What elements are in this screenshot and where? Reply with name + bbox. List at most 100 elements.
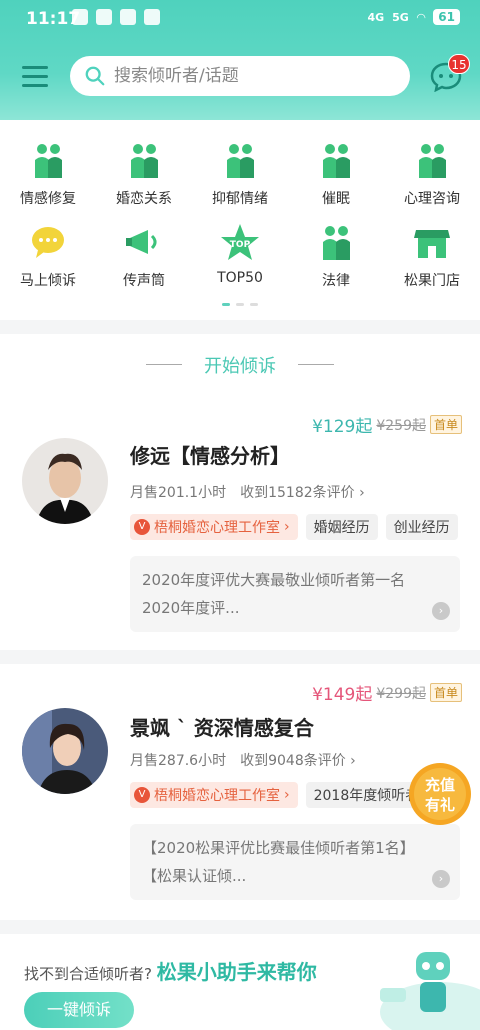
desk-person-icon <box>227 144 254 178</box>
price: ¥149起 <box>312 685 373 705</box>
lawyer-icon <box>323 226 350 260</box>
listener-stats: 月售287.6小时 收到9048条评价 › <box>130 750 356 770</box>
couple-talk-icon <box>131 144 158 178</box>
category-item[interactable]: 情感修复 <box>0 140 96 208</box>
category-label: 催眠 <box>322 191 350 207</box>
counsel-icon <box>419 144 446 178</box>
price: ¥129起 <box>312 417 373 437</box>
category-label: 心理咨询 <box>404 191 460 207</box>
category-label: 法律 <box>322 273 350 289</box>
category-item[interactable]: 心理咨询 <box>384 140 480 208</box>
price-row: ¥129起 ¥259起 首单 <box>312 412 462 437</box>
verified-icon: V <box>134 787 150 803</box>
network-4g-label: 4G <box>367 10 385 24</box>
monthly-hours: 月售287.6小时 <box>130 753 227 769</box>
intro-line: 【2020松果评优比赛最佳倾听者第1名】 <box>142 839 415 857</box>
search-icon <box>85 66 105 86</box>
review-count-link[interactable]: 收到9048条评价 › <box>240 750 356 770</box>
listener-name: 景飒 ` 资深情感复合 <box>130 716 314 740</box>
review-count-link[interactable]: 收到15182条评价 › <box>240 482 365 502</box>
listener-intro[interactable]: 2020年度评优大赛最敬业倾听者第一名 2020年度评... › <box>130 556 460 632</box>
svg-text:TOP: TOP <box>230 240 251 250</box>
svg-text:有礼: 有礼 <box>425 796 455 814</box>
page-dot <box>250 303 258 306</box>
category-label: 抑郁情绪 <box>212 191 268 207</box>
assistant-highlight: 松果小助手来帮你 <box>156 960 317 984</box>
menu-icon[interactable] <box>22 66 48 88</box>
category-label: TOP50 <box>217 270 263 286</box>
first-order-tag: 首单 <box>429 415 462 434</box>
category-label: 婚恋关系 <box>116 191 172 207</box>
store-icon <box>414 230 450 258</box>
listener-tags: V 梧桐婚恋心理工作室 › 2018年度倾听者 <box>130 782 428 808</box>
chat-bubble-icon <box>32 227 64 258</box>
system-icons: 4G 5G ◠ 61 <box>367 9 460 25</box>
monthly-hours: 月售201.1小时 <box>130 485 227 501</box>
category-grid: 情感修复 婚恋关系 抑郁情绪 催眠 心理咨询马上倾诉 传声筒 TOP TOP50 法律 松果门店 <box>0 140 480 290</box>
category-item[interactable]: 法律 <box>288 222 384 290</box>
listener-tags: V 梧桐婚恋心理工作室 › 婚姻经历 创业经历 <box>130 514 458 540</box>
first-order-tag: 首单 <box>429 683 462 702</box>
page-dot <box>236 303 244 306</box>
notification-icons <box>72 9 160 25</box>
avatar[interactable] <box>22 438 108 524</box>
battery-indicator: 61 <box>433 9 460 25</box>
price-row: ¥149起 ¥299起 首单 <box>312 680 462 705</box>
app-notification-icon <box>120 9 136 25</box>
category-item[interactable]: 马上倾诉 <box>0 222 96 290</box>
experience-tag: 创业经历 <box>385 514 458 540</box>
experience-tag: 婚姻经历 <box>305 514 378 540</box>
one-click-talk-button[interactable]: 一键倾诉 <box>24 992 134 1028</box>
app-notification-icon <box>144 9 160 25</box>
megaphone-icon <box>126 230 157 254</box>
listener-intro[interactable]: 【2020松果评优比赛最佳倾听者第1名】 【松果认证倾... › <box>130 824 460 900</box>
avatar-portrait <box>22 708 108 794</box>
listener-card[interactable]: ¥129起 ¥259起 首单 修远【情感分析】 月售201.1小时 收到1518… <box>0 378 480 650</box>
network-5g-label: 5G <box>392 10 409 24</box>
studio-tag[interactable]: V 梧桐婚恋心理工作室 › <box>130 782 298 808</box>
hypnosis-chair-icon <box>323 144 350 178</box>
chevron-right-icon: › <box>432 602 450 620</box>
category-label: 传声筒 <box>123 273 165 289</box>
category-item[interactable]: 催眠 <box>288 140 384 208</box>
studio-tag[interactable]: V 梧桐婚恋心理工作室 › <box>130 514 298 540</box>
category-item[interactable]: TOP TOP50 <box>192 222 288 290</box>
page-dot-active <box>222 303 230 306</box>
intro-line: 2020年度评优大赛最敬业倾听者第一名 <box>142 571 406 589</box>
app-header: 11:17 4G 5G ◠ 61 搜索倾听者/话题 15 <box>0 0 480 122</box>
category-item[interactable]: 抑郁情绪 <box>192 140 288 208</box>
category-item[interactable]: 婚恋关系 <box>96 140 192 208</box>
category-label: 松果门店 <box>404 273 460 289</box>
avatar[interactable] <box>22 708 108 794</box>
assistant-prefix: 找不到合适倾听者? <box>24 965 152 983</box>
intro-line: 【松果认证倾... <box>142 867 247 885</box>
status-bar: 11:17 4G 5G ◠ 61 <box>0 0 480 36</box>
original-price: ¥259起 <box>376 417 426 434</box>
category-item[interactable]: 松果门店 <box>384 222 480 290</box>
category-label: 情感修复 <box>20 191 76 207</box>
recharge-promo-icon[interactable]: 充值 有礼 <box>406 760 474 828</box>
original-price: ¥299起 <box>376 685 426 702</box>
listener-stats: 月售201.1小时 收到15182条评价 › <box>130 482 365 502</box>
category-item[interactable]: 传声筒 <box>96 222 192 290</box>
title-divider-right <box>298 364 334 365</box>
app-notification-icon <box>72 9 88 25</box>
listener-name: 修远【情感分析】 <box>130 444 290 468</box>
category-label: 马上倾诉 <box>20 273 76 289</box>
search-input[interactable]: 搜索倾听者/话题 <box>114 56 239 96</box>
page-indicator <box>222 303 258 306</box>
couple-icon <box>35 144 62 178</box>
avatar-portrait <box>22 438 108 524</box>
verified-icon: V <box>134 519 150 535</box>
category-panel: 情感修复 婚恋关系 抑郁情绪 催眠 心理咨询马上倾诉 传声筒 TOP TOP50 法律 松果门店 <box>0 120 480 320</box>
robot-assistant-icon <box>380 952 480 1030</box>
app-notification-icon <box>96 9 112 25</box>
assistant-banner: 找不到合适倾听者? 松果小助手来帮你 一键倾诉 <box>0 934 480 1030</box>
search-bar[interactable]: 搜索倾听者/话题 <box>70 56 410 96</box>
start-section: 开始倾诉 <box>0 334 480 378</box>
wifi-icon: ◠ <box>416 10 426 24</box>
chevron-right-icon: › <box>432 870 450 888</box>
intro-line: 2020年度评... <box>142 599 240 617</box>
svg-text:充值: 充值 <box>425 776 455 794</box>
message-count-badge: 15 <box>448 54 470 74</box>
